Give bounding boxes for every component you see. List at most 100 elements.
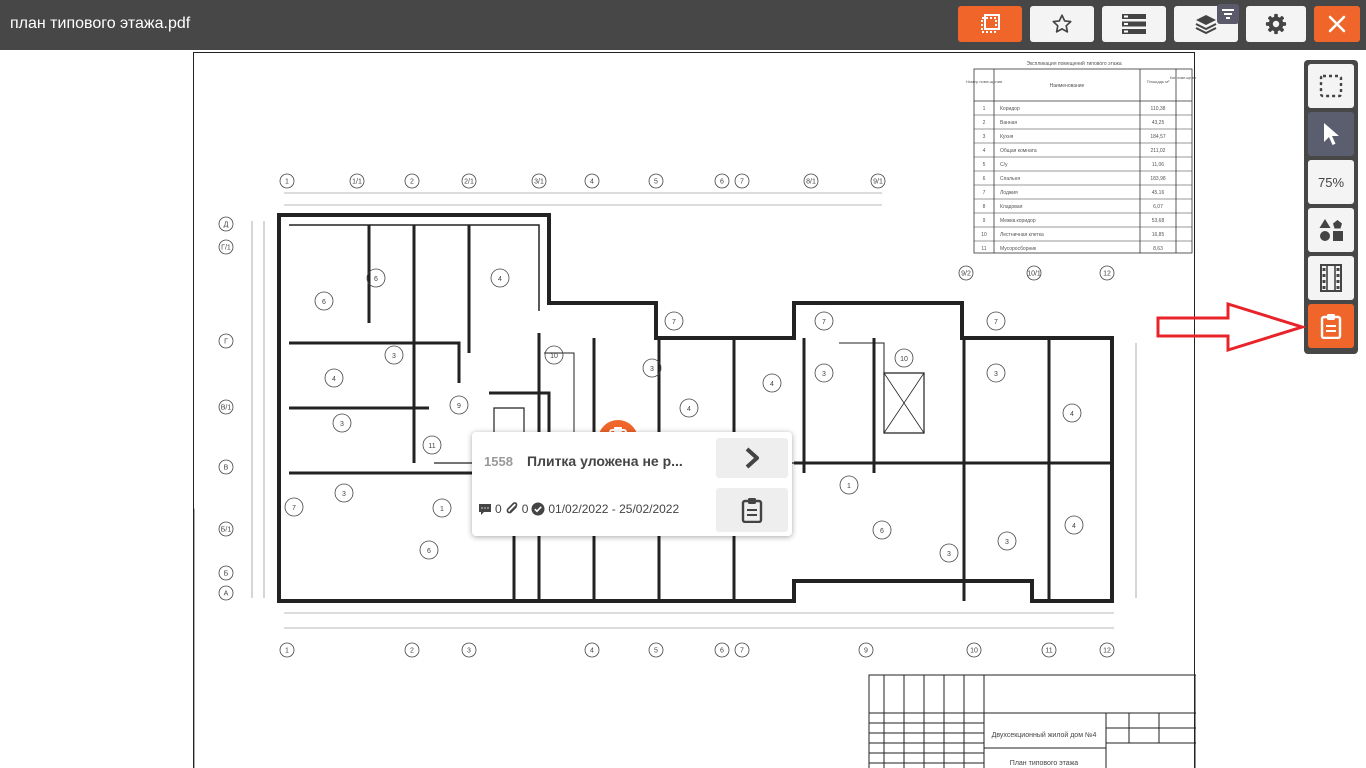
title-block [868,674,1196,768]
axis-label: 2 [410,179,414,186]
axis-label: В/1 [221,405,232,412]
table-cell: Ванная [1000,120,1017,126]
table-cell: 9 [983,218,986,224]
axis-label: 9/2 [961,271,971,278]
filter-badge[interactable] [1217,4,1239,24]
favorite-button[interactable] [1030,6,1094,42]
close-icon [1328,15,1346,33]
axis-label: 3/1 [534,179,544,186]
room-number: 7 [822,319,826,326]
axis-label: 12 [1103,271,1111,278]
film-tool[interactable] [1308,256,1354,300]
task-clipboard-button[interactable] [716,488,788,532]
table-cell: 211,02 [1151,148,1166,154]
table-cell: Мусоросборник [1000,246,1037,252]
table-cell: 43,25 [1152,120,1165,126]
room-number: 3 [342,491,346,498]
room-number: 4 [1072,523,1076,530]
comment-count: 0 [495,502,502,516]
select-area-tool[interactable] [1308,64,1354,108]
room-number: 7 [292,505,296,512]
axis-label: 10 [970,648,978,655]
axis-label: 6 [720,179,724,186]
star-icon [1052,14,1072,33]
check-circle-icon [531,502,545,516]
select-area-button[interactable] [958,6,1022,42]
axis-label: 9 [864,648,868,655]
room-number: 4 [332,376,336,383]
dimension-lines [251,192,1137,629]
table-cell: 53,68 [1152,218,1165,224]
chevron-right-icon [745,447,759,469]
room-number: 3 [947,551,951,558]
task-dates: 01/02/2022 - 25/02/2022 [548,502,680,516]
axis-label: 6 [720,648,724,655]
table-cell: 6,07 [1153,204,1163,210]
clipboard-icon [741,498,763,523]
axis-label: 10/1 [1027,271,1041,278]
axis-label: 2/1 [464,179,474,186]
table-cell: Коридор [1000,106,1020,112]
shapes-icon [1319,219,1343,241]
table-header-cell: Площадь м² [1147,79,1170,84]
task-meta: 0 0 01/02/2022 - 25/02/2022 [478,502,679,516]
open-task-button[interactable] [716,438,788,478]
list-icon [1122,14,1146,34]
room-number: 10 [550,353,558,360]
filter-icon [1222,9,1234,19]
table-cell: 11,06 [1152,162,1164,168]
pointer-tool[interactable] [1308,112,1354,156]
attachment-count: 0 [521,502,529,516]
table-cell: 4 [983,148,986,154]
axis-label: 7 [740,179,744,186]
table-cell: 5 [983,162,986,168]
table-cell: С/у [1000,162,1008,168]
axis-label: Г/1 [221,245,231,252]
building-walls [277,213,1114,603]
table-cell: 183,98 [1150,176,1166,182]
select-area-icon [1319,74,1343,98]
table-cell: 2 [983,120,986,126]
pointer-icon [1324,123,1339,145]
explication-rows: Номер поме-щения Наименование Площадь м²Ка… [966,76,1196,252]
room-number: 4 [687,406,691,413]
axis-label: 3 [467,648,471,655]
table-cell: Лестничная клетка [1000,232,1044,238]
zoom-level[interactable]: 75% [1308,160,1354,204]
table-cell: Кладовая [1000,204,1023,210]
task-popup: 1558 Плитка уложена не р... 0 0 01/02/20… [472,432,792,536]
stamp-subtitle: План типового этажа [1010,760,1079,767]
axis-label: 2 [410,648,414,655]
select-area-icon [981,14,1000,33]
annotation-arrow-icon [1156,301,1306,353]
axis-label: 4 [590,179,594,186]
table-cell: Спальня [1000,176,1020,182]
close-button[interactable] [1314,6,1360,42]
task-title[interactable]: Плитка уложена не р... [527,453,697,469]
top-toolbar: план типового этажа.pdf [0,0,1366,50]
document-viewer[interactable]: Экспликация помещений типового этажа Ном… [0,50,1366,768]
room-number: 3 [822,371,826,378]
task-tool[interactable] [1308,304,1354,348]
axis-label: 1 [285,648,289,655]
shapes-tool[interactable] [1308,208,1354,252]
axis-label: 11 [1045,648,1052,655]
settings-button[interactable] [1246,6,1306,42]
table-cell: 110,38 [1151,106,1166,112]
list-button[interactable] [1102,6,1166,42]
table-cell: 7 [983,190,986,196]
table-cell: Кухня [1000,134,1014,140]
explication-title: Экспликация помещений типового этажа [1026,60,1122,67]
axis-label: Г [224,339,228,346]
table-cell: 10 [981,232,987,238]
axis-label: 12 [1103,648,1111,655]
room-number: 7 [994,319,998,326]
table-cell: 8,63 [1153,246,1163,252]
table-cell: Межкв.коридор [1000,218,1036,224]
axis-label: Б [224,571,229,578]
stamp-title: Двухсекционный жилой дом №4 [992,731,1097,739]
axis-label: 1 [285,179,289,186]
film-icon [1320,264,1342,292]
table-header-cell: Номер поме-щения [966,79,1002,84]
room-number: 6 [427,548,431,555]
